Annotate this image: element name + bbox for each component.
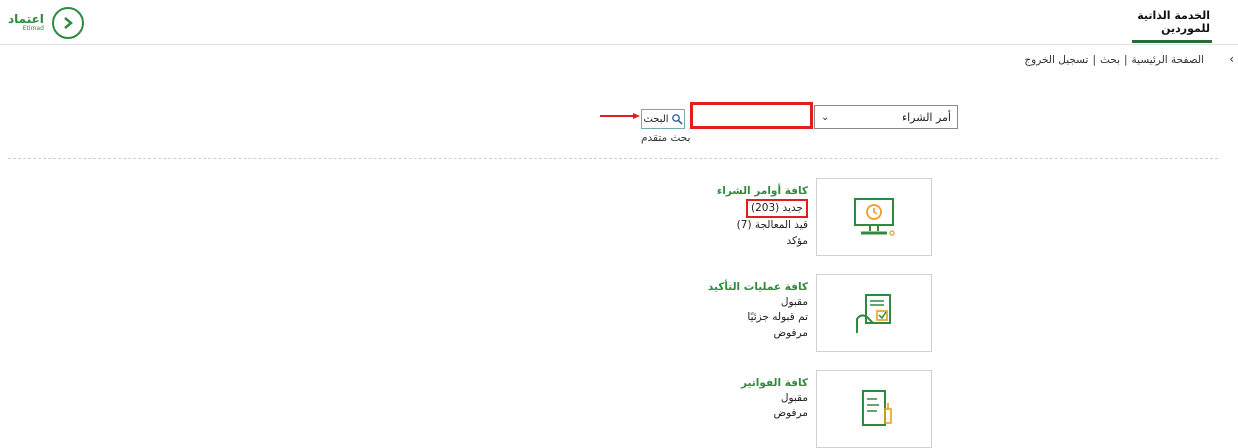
breadcrumb-separator: | bbox=[1092, 54, 1096, 66]
search-button-label: البحث bbox=[643, 113, 669, 125]
breadcrumb: الصفحة الرئيسية | بحث | تسجيل الخروج bbox=[1022, 54, 1206, 66]
section-divider bbox=[8, 158, 1218, 159]
confirmations-tile[interactable] bbox=[816, 274, 932, 352]
logo-emblem-icon bbox=[51, 7, 84, 39]
page-title: الخدمة الذاتية للموردين bbox=[1137, 9, 1210, 35]
invoices-tile[interactable] bbox=[816, 370, 932, 448]
document-type-value: أمر الشراء bbox=[901, 110, 951, 124]
annotation-arrow bbox=[600, 113, 640, 119]
title-underline bbox=[1132, 40, 1212, 43]
confirmations-section: كافة عمليات التأكيد مقبول تم قبوله جزئيً… bbox=[708, 280, 808, 341]
list-item[interactable]: جديد (203) bbox=[717, 199, 808, 219]
purchase-orders-section: كافة أوامر الشراء جديد (203) قيد المعالج… bbox=[717, 184, 808, 249]
invoices-section: كافة الفواتير مقبول مرفوض bbox=[741, 376, 808, 422]
purchase-orders-tile[interactable] bbox=[816, 178, 932, 256]
hand-document-icon bbox=[856, 294, 891, 333]
breadcrumb-separator: | bbox=[1124, 54, 1128, 66]
breadcrumb-logout-link[interactable]: تسجيل الخروج bbox=[1024, 54, 1088, 66]
list-item[interactable]: مقبول bbox=[741, 391, 808, 406]
monitor-clock-icon bbox=[854, 198, 895, 236]
list-item[interactable]: تم قبوله جزئيًا bbox=[708, 310, 808, 325]
etimad-logo[interactable]: اعتماد Etimad bbox=[8, 6, 84, 40]
section-title[interactable]: كافة عمليات التأكيد bbox=[708, 280, 808, 295]
chevron-down-icon: ⌄ bbox=[821, 111, 830, 123]
title-line-2: للموردين bbox=[1161, 21, 1210, 35]
search-button[interactable]: البحث bbox=[641, 109, 685, 129]
search-icon bbox=[671, 114, 683, 125]
chevron-left-icon[interactable]: ‹ bbox=[1229, 52, 1234, 66]
logo-english-text: Etimad bbox=[22, 25, 44, 33]
list-item[interactable]: قيد المعالجة (7) bbox=[717, 218, 808, 233]
breadcrumb-home-link[interactable]: الصفحة الرئيسية bbox=[1132, 54, 1204, 66]
top-header: اعتماد Etimad الخدمة الذاتية للموردين bbox=[0, 0, 1238, 45]
title-line-1: الخدمة الذاتية bbox=[1137, 9, 1210, 22]
list-item[interactable]: مؤكد bbox=[717, 234, 808, 249]
list-item[interactable]: مقبول bbox=[708, 295, 808, 310]
new-orders-count: جديد (203) bbox=[745, 199, 808, 219]
list-item[interactable]: مرفوض bbox=[708, 326, 808, 341]
invoice-pen-icon bbox=[862, 390, 892, 426]
section-title[interactable]: كافة الفواتير bbox=[741, 376, 808, 391]
search-bar: أمر الشراء ⌄ البحث بحث متقدم bbox=[0, 102, 1238, 144]
list-item[interactable]: مرفوض bbox=[741, 406, 808, 421]
document-type-select[interactable]: أمر الشراء ⌄ bbox=[814, 105, 958, 129]
section-title[interactable]: كافة أوامر الشراء bbox=[717, 184, 808, 199]
search-input[interactable] bbox=[690, 102, 813, 129]
advanced-search-link[interactable]: بحث متقدم bbox=[641, 132, 690, 144]
breadcrumb-search-link[interactable]: بحث bbox=[1100, 54, 1120, 66]
